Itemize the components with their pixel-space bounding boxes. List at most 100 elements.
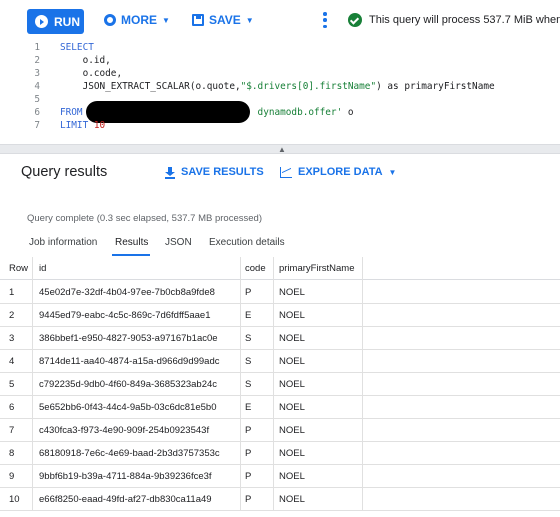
cell-code: S: [245, 333, 252, 344]
splitter-up-icon: ▲: [278, 145, 286, 154]
cell-code: S: [245, 356, 252, 367]
cell-primaryfirstname: NOEL: [279, 333, 305, 344]
chart-icon: [280, 166, 292, 178]
column-divider: [273, 257, 274, 511]
query-validation-status: This query will process 537.7 MiB when r…: [348, 13, 560, 27]
cell-row-number: 7: [9, 425, 15, 436]
cell-id: c792235d-9db0-4f60-849a-3685323ab24c: [39, 379, 218, 390]
table-row[interactable]: 9 9bbf6b19-b39a-4711-884a-9b39236fce3f P NO…: [0, 465, 560, 488]
table-row[interactable]: 2 9445ed79-eabc-4c5c-869c-7d6fdff5aae1 E NO…: [0, 304, 560, 327]
table-header: Row id code primaryFirstName: [0, 257, 560, 280]
code-line[interactable]: 5: [0, 94, 560, 107]
save-icon: [192, 14, 204, 26]
cell-id: 68180918-7e6c-4e69-baad-2b3d3757353c: [39, 448, 220, 459]
tab-job-information[interactable]: Job information: [29, 237, 97, 248]
cell-primaryfirstname: NOEL: [279, 379, 305, 390]
column-divider: [240, 257, 241, 511]
column-header-id: id: [39, 263, 47, 274]
cell-code: E: [245, 402, 252, 413]
table-row[interactable]: 6 5e652bb6-0f43-44c4-9a5b-03c6dc81e5b0 E NO…: [0, 396, 560, 419]
code-token: 10: [93, 120, 106, 131]
table-row[interactable]: 10 e66f8250-eaad-49fd-af27-db830ca11a49 P N…: [0, 488, 560, 511]
cell-primaryfirstname: NOEL: [279, 287, 305, 298]
cell-row-number: 8: [9, 448, 15, 459]
code-token: JSON_EXTRACT_SCALAR(o.quote,: [60, 81, 241, 92]
cell-code: P: [245, 287, 252, 298]
cell-code: S: [245, 379, 252, 390]
cell-row-number: 4: [9, 356, 15, 367]
line-number: 6: [34, 107, 40, 118]
cell-id: 5e652bb6-0f43-44c4-9a5b-03c6dc81e5b0: [39, 402, 217, 413]
code-token: "$.drivers[0].firstName": [240, 81, 377, 92]
table-row[interactable]: 1 45e02d7e-32df-4b04-97ee-7b0cb8a9fde8 P NO…: [0, 281, 560, 304]
code-text: SELECT: [60, 42, 94, 53]
save-results-button[interactable]: SAVE RESULTS: [165, 166, 264, 179]
code-line[interactable]: 4 JSON_EXTRACT_SCALAR(o.quote,"$.drivers…: [0, 81, 560, 94]
code-line[interactable]: 7 LIMIT 10: [0, 120, 560, 133]
cell-id: 45e02d7e-32df-4b04-97ee-7b0cb8a9fde8: [39, 287, 215, 298]
cell-id: 9445ed79-eabc-4c5c-869c-7d6fdff5aae1: [39, 310, 211, 321]
status-text: This query will process 537.7 MiB when r…: [369, 14, 560, 26]
run-label: RUN: [54, 14, 80, 29]
cell-id: 9bbf6b19-b39a-4711-884a-9b39236fce3f: [39, 471, 212, 482]
tab-json[interactable]: JSON: [165, 237, 192, 248]
column-header-code: code: [245, 263, 266, 274]
line-number: 1: [34, 42, 40, 53]
code-line[interactable]: 2 o.id,: [0, 55, 560, 68]
code-token: FROM: [60, 107, 89, 118]
results-tabs: Job information Results JSON Execution d…: [0, 232, 560, 256]
run-button[interactable]: RUN: [27, 9, 84, 34]
cell-code: P: [245, 471, 252, 482]
cell-primaryfirstname: NOEL: [279, 402, 305, 413]
cell-primaryfirstname: NOEL: [279, 448, 305, 459]
table-row[interactable]: 7 c430fca3-f973-4e90-909f-254b0923543f P NO…: [0, 419, 560, 442]
line-number: 7: [34, 120, 40, 131]
cell-code: E: [245, 310, 252, 321]
query-toolbar: RUN MORE ▼ SAVE ▼ This query will proces…: [0, 0, 560, 40]
code-token: LIMIT: [60, 120, 94, 131]
cell-primaryfirstname: NOEL: [279, 310, 305, 321]
cell-row-number: 2: [9, 310, 15, 321]
table-row[interactable]: 8 68180918-7e6c-4e69-baad-2b3d3757353c P NO…: [0, 442, 560, 465]
line-number: 4: [34, 81, 40, 92]
code-text: LIMIT 10: [60, 120, 105, 131]
cell-code: P: [245, 425, 252, 436]
explore-data-button[interactable]: EXPLORE DATA ▼: [280, 166, 396, 178]
cell-code: P: [245, 494, 252, 505]
table-row[interactable]: 5 c792235d-9db0-4f60-849a-3685323ab24c S NO…: [0, 373, 560, 396]
line-number: 5: [34, 94, 40, 105]
cell-row-number: 1: [9, 287, 15, 298]
download-icon: [165, 166, 175, 179]
tab-results[interactable]: Results: [115, 237, 148, 248]
pane-splitter[interactable]: ▲: [0, 144, 560, 154]
code-text: o.id,: [60, 55, 111, 66]
more-button[interactable]: MORE ▼: [104, 13, 170, 27]
caret-down-icon: ▼: [245, 15, 254, 25]
tab-execution-details[interactable]: Execution details: [209, 237, 285, 248]
cell-id: 8714de11-aa40-4874-a15a-d966d9d99adc: [39, 356, 220, 367]
code-token: SELECT: [60, 42, 94, 53]
code-line[interactable]: 3 o.code,: [0, 68, 560, 81]
table-row[interactable]: 3 386bbef1-e950-4827-9053-a97167b1ac0e S NO…: [0, 327, 560, 350]
code-text: JSON_EXTRACT_SCALAR(o.quote,"$.drivers[0…: [60, 81, 495, 92]
cell-id: e66f8250-eaad-49fd-af27-db830ca11a49: [39, 494, 212, 505]
code-token: ) as primaryFirstName: [376, 81, 495, 92]
results-title: Query results: [21, 164, 108, 180]
more-vert-icon[interactable]: [323, 12, 327, 28]
cell-id: c430fca3-f973-4e90-909f-254b0923543f: [39, 425, 210, 436]
query-complete-text: Query complete (0.3 sec elapsed, 537.7 M…: [27, 213, 262, 224]
code-line[interactable]: 1 SELECT: [0, 42, 560, 55]
save-button[interactable]: SAVE ▼: [192, 13, 254, 27]
active-tab-indicator: [112, 254, 150, 256]
column-divider: [32, 257, 33, 511]
column-divider: [362, 257, 363, 511]
column-header-row: Row: [9, 263, 29, 274]
cell-code: P: [245, 448, 252, 459]
code-text: o.code,: [60, 68, 123, 79]
code-line[interactable]: 6 FROM dynamodb.offer' o: [0, 101, 560, 123]
caret-down-icon: ▼: [388, 167, 397, 177]
cell-id: 386bbef1-e950-4827-9053-a97167b1ac0e: [39, 333, 218, 344]
table-row[interactable]: 4 8714de11-aa40-4874-a15a-d966d9d99adc S NO…: [0, 350, 560, 373]
sql-editor[interactable]: 1 SELECT 2 o.id, 3 o.code, 4 JSON_EXTRACT_SC…: [0, 40, 560, 144]
code-token: o.id,: [60, 55, 111, 66]
